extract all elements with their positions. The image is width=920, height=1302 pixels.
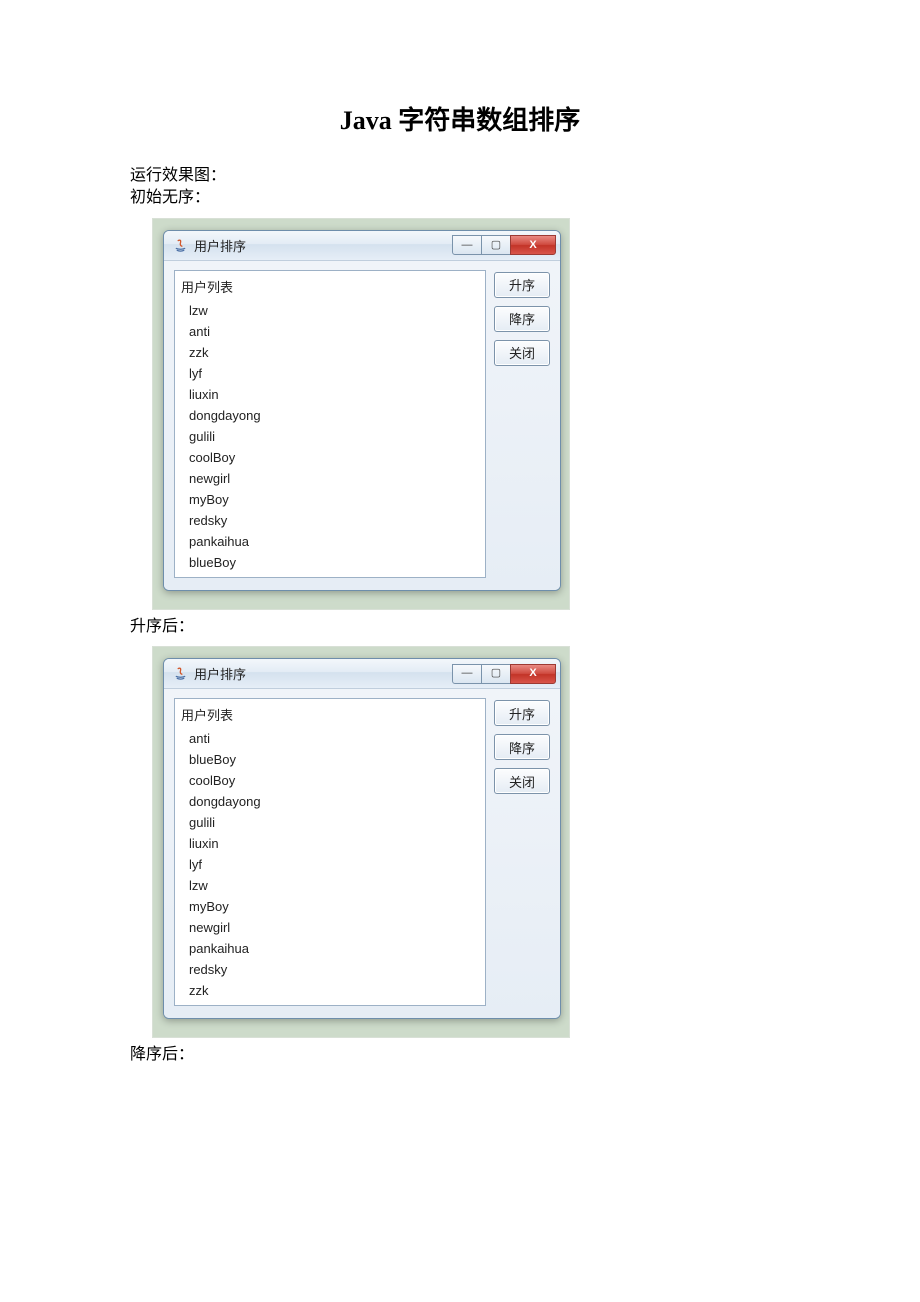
window-body: 用户列表 anti blueBoy coolBoy dongdayong gul… — [164, 689, 560, 1018]
list-item[interactable]: dongdayong — [175, 405, 485, 426]
sort-asc-button[interactable]: 升序 — [494, 700, 550, 726]
list-item[interactable]: coolBoy — [175, 770, 485, 791]
list-item[interactable]: lyf — [175, 854, 485, 875]
java-window: 用户排序 — ▢ X 用户列表 anti blueBoy coolBoy don… — [163, 658, 561, 1019]
list-item[interactable]: gulili — [175, 812, 485, 833]
close-icon: X — [529, 240, 536, 251]
list-header: 用户列表 — [175, 703, 485, 728]
maximize-icon: ▢ — [491, 240, 501, 251]
window-title: 用户排序 — [194, 236, 453, 255]
minimize-icon: — — [462, 668, 473, 679]
minimize-button[interactable]: — — [452, 664, 482, 684]
sort-desc-button[interactable]: 降序 — [494, 306, 550, 332]
list-item[interactable]: pankaihua — [175, 531, 485, 552]
caption-after-desc: 降序后： — [130, 1044, 790, 1066]
list-item[interactable]: liuxin — [175, 384, 485, 405]
caption-after-asc: 升序后： — [130, 616, 790, 638]
user-list-panel[interactable]: 用户列表 anti blueBoy coolBoy dongdayong gul… — [174, 698, 486, 1006]
sort-asc-button[interactable]: 升序 — [494, 272, 550, 298]
list-item[interactable]: zzk — [175, 980, 485, 1001]
list-header: 用户列表 — [175, 275, 485, 300]
list-item[interactable]: myBoy — [175, 489, 485, 510]
list-item[interactable]: newgirl — [175, 468, 485, 489]
list-item[interactable]: anti — [175, 321, 485, 342]
list-item[interactable]: zzk — [175, 342, 485, 363]
java-window: 用户排序 — ▢ X 用户列表 lzw anti zzk lyf liuxin … — [163, 230, 561, 591]
maximize-button[interactable]: ▢ — [481, 235, 511, 255]
list-item[interactable]: lzw — [175, 875, 485, 896]
list-item[interactable]: myBoy — [175, 896, 485, 917]
list-item[interactable]: blueBoy — [175, 552, 485, 573]
list-item[interactable]: pankaihua — [175, 938, 485, 959]
list-item[interactable]: liuxin — [175, 833, 485, 854]
close-window-button[interactable]: X — [510, 235, 556, 255]
close-button[interactable]: 关闭 — [494, 768, 550, 794]
list-item[interactable]: redsky — [175, 959, 485, 980]
minimize-icon: — — [462, 240, 473, 251]
list-item[interactable]: lzw — [175, 300, 485, 321]
window-controls: — ▢ X — [453, 664, 556, 684]
close-icon: X — [529, 668, 536, 679]
screenshot-ascending: 用户排序 — ▢ X 用户列表 anti blueBoy coolBoy don… — [152, 646, 570, 1038]
list-item[interactable]: anti — [175, 728, 485, 749]
screenshot-unsorted: 用户排序 — ▢ X 用户列表 lzw anti zzk lyf liuxin … — [152, 218, 570, 610]
window-controls: — ▢ X — [453, 235, 556, 255]
caption-run-result: 运行效果图： — [130, 165, 790, 187]
window-titlebar[interactable]: 用户排序 — ▢ X — [164, 231, 560, 261]
maximize-button[interactable]: ▢ — [481, 664, 511, 684]
list-item[interactable]: coolBoy — [175, 447, 485, 468]
java-icon — [172, 237, 188, 253]
side-button-panel: 升序 降序 关闭 — [494, 270, 550, 578]
side-button-panel: 升序 降序 关闭 — [494, 698, 550, 1006]
list-item[interactable]: newgirl — [175, 917, 485, 938]
list-item[interactable]: redsky — [175, 510, 485, 531]
window-title: 用户排序 — [194, 664, 453, 683]
caption-initial-unsorted: 初始无序： — [130, 187, 790, 209]
list-item[interactable]: gulili — [175, 426, 485, 447]
page-title: Java 字符串数组排序 — [130, 100, 790, 137]
user-list-panel[interactable]: 用户列表 lzw anti zzk lyf liuxin dongdayong … — [174, 270, 486, 578]
window-body: 用户列表 lzw anti zzk lyf liuxin dongdayong … — [164, 261, 560, 590]
java-icon — [172, 666, 188, 682]
close-window-button[interactable]: X — [510, 664, 556, 684]
list-item[interactable]: dongdayong — [175, 791, 485, 812]
list-item[interactable]: blueBoy — [175, 749, 485, 770]
window-titlebar[interactable]: 用户排序 — ▢ X — [164, 659, 560, 689]
minimize-button[interactable]: — — [452, 235, 482, 255]
maximize-icon: ▢ — [491, 668, 501, 679]
sort-desc-button[interactable]: 降序 — [494, 734, 550, 760]
close-button[interactable]: 关闭 — [494, 340, 550, 366]
list-item[interactable]: lyf — [175, 363, 485, 384]
